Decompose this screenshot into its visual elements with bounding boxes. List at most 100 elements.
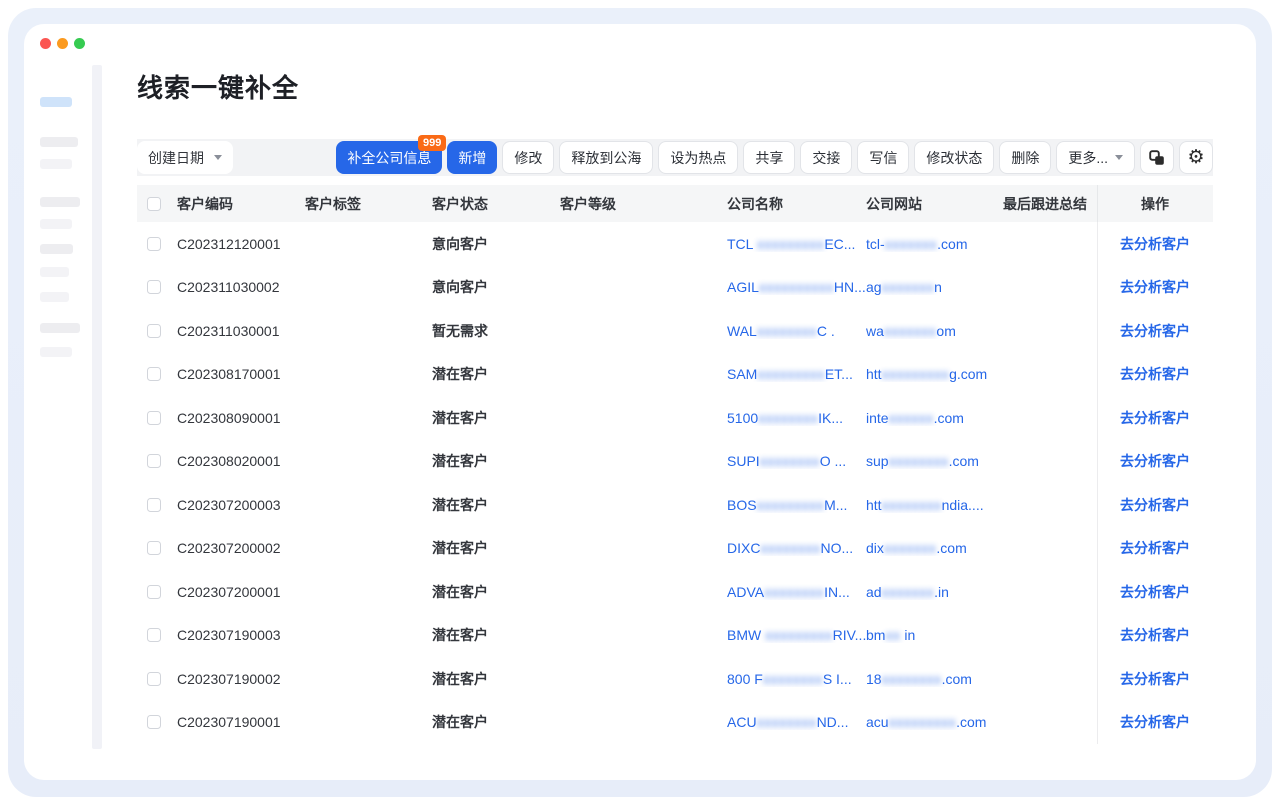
column-header-website: 公司网站 — [866, 194, 1003, 214]
company-website-link[interactable]: bmxx in — [866, 627, 1003, 643]
table-row: C202311030002 意向客户 AGILxxxxxxxxxxHN... a… — [137, 266, 1213, 310]
row-checkbox[interactable] — [147, 280, 161, 294]
close-window-button[interactable] — [40, 38, 51, 49]
refresh-button[interactable] — [1140, 141, 1174, 174]
write-email-button[interactable]: 写信 — [857, 141, 909, 174]
table-row: C202307190001 潜在客户 ACUxxxxxxxxND... acux… — [137, 701, 1213, 745]
company-name-link[interactable]: BOSxxxxxxxxxM... — [727, 497, 866, 513]
sidebar-item-active[interactable] — [40, 97, 72, 107]
website-redacted: xxxxxxxxx — [882, 366, 950, 382]
company-name-link[interactable]: 800 FxxxxxxxxS I... — [727, 671, 866, 687]
window-controls — [40, 38, 85, 49]
sidebar-skeleton-item — [40, 292, 69, 302]
company-name-visible: TCL — [727, 236, 757, 252]
row-checkbox[interactable] — [147, 672, 161, 686]
analyze-customer-link[interactable]: 去分析客户 — [1120, 495, 1190, 515]
row-checkbox[interactable] — [147, 367, 161, 381]
analyze-customer-link[interactable]: 去分析客户 — [1120, 582, 1190, 602]
set-hotspot-button[interactable]: 设为热点 — [658, 141, 738, 174]
analyze-customer-link[interactable]: 去分析客户 — [1120, 408, 1190, 428]
release-to-pool-button[interactable]: 释放到公海 — [559, 141, 653, 174]
analyze-customer-link[interactable]: 去分析客户 — [1120, 538, 1190, 558]
customer-code: C202308020001 — [177, 453, 305, 469]
company-website-link[interactable]: httxxxxxxxxxg.com — [866, 366, 1003, 382]
company-name-redacted: xxxxxxxx — [760, 453, 820, 469]
website-visible: .com — [934, 410, 964, 426]
company-name-link[interactable]: SUPIxxxxxxxxO ... — [727, 453, 866, 469]
add-button[interactable]: 新增 — [447, 141, 497, 174]
more-button[interactable]: 更多... — [1056, 141, 1135, 174]
minimize-window-button[interactable] — [57, 38, 68, 49]
website-visible: .in — [934, 584, 949, 600]
analyze-customer-link[interactable]: 去分析客户 — [1120, 321, 1190, 341]
company-name-redacted: xxxxxxxxx — [757, 236, 825, 252]
website-visible: 18 — [866, 671, 882, 687]
website-visible: .com — [936, 540, 966, 556]
sidebar-skeleton-item — [40, 219, 72, 229]
maximize-window-button[interactable] — [74, 38, 85, 49]
customer-status: 潜在客户 — [432, 495, 560, 515]
analyze-customer-link[interactable]: 去分析客户 — [1120, 451, 1190, 471]
settings-button[interactable]: ⚙ — [1179, 141, 1213, 174]
row-checkbox[interactable] — [147, 411, 161, 425]
sidebar-skeleton-item — [40, 159, 72, 169]
company-website-link[interactable]: intexxxxxx.com — [866, 410, 1003, 426]
website-visible: om — [936, 323, 955, 339]
date-filter-select[interactable]: 创建日期 — [137, 141, 233, 174]
company-website-link[interactable]: waxxxxxxxom — [866, 323, 1003, 339]
company-website-link[interactable]: dixxxxxxxx.com — [866, 540, 1003, 556]
row-checkbox[interactable] — [147, 498, 161, 512]
company-name-link[interactable]: BMW xxxxxxxxxRIV... — [727, 627, 866, 643]
edit-button[interactable]: 修改 — [502, 141, 554, 174]
company-name-link[interactable]: ACUxxxxxxxxND... — [727, 714, 866, 730]
company-name-link[interactable]: ADVAxxxxxxxxIN... — [727, 584, 866, 600]
company-website-link[interactable]: tcl-xxxxxxx.com — [866, 236, 1003, 252]
delete-button[interactable]: 删除 — [999, 141, 1051, 174]
sidebar-skeleton-item — [40, 267, 69, 277]
share-button[interactable]: 共享 — [743, 141, 795, 174]
website-redacted: xxxxxxxx — [882, 671, 942, 687]
analyze-customer-link[interactable]: 去分析客户 — [1120, 712, 1190, 732]
company-website-link[interactable]: 18xxxxxxxx.com — [866, 671, 1003, 687]
complete-company-info-button[interactable]: 补全公司信息 999 — [336, 141, 442, 174]
website-redacted: xxxxxxx — [882, 584, 935, 600]
analyze-customer-link[interactable]: 去分析客户 — [1120, 364, 1190, 384]
row-checkbox[interactable] — [147, 324, 161, 338]
company-name-link[interactable]: 5100xxxxxxxxIK... — [727, 410, 866, 426]
company-name-link[interactable]: TCL xxxxxxxxxEC... — [727, 236, 866, 252]
company-website-link[interactable]: httxxxxxxxxndia.... — [866, 497, 1003, 513]
row-checkbox[interactable] — [147, 541, 161, 555]
row-checkbox[interactable] — [147, 715, 161, 729]
customer-status: 暂无需求 — [432, 321, 560, 341]
company-name-link[interactable]: DIXCxxxxxxxxNO... — [727, 540, 866, 556]
company-name-link[interactable]: WALxxxxxxxxC . — [727, 323, 866, 339]
company-name-visible: AGIL — [727, 279, 759, 295]
analyze-customer-link[interactable]: 去分析客户 — [1120, 277, 1190, 297]
sidebar-skeleton-item — [40, 244, 73, 254]
customer-status: 潜在客户 — [432, 712, 560, 732]
company-name-link[interactable]: SAMxxxxxxxxxET... — [727, 366, 866, 382]
handover-button[interactable]: 交接 — [800, 141, 852, 174]
browser-window: 线索一键补全 创建日期 补全公司信息 999 新增 修改 释放到公海 设为热点 … — [24, 24, 1256, 780]
row-checkbox[interactable] — [147, 454, 161, 468]
website-redacted: xx — [885, 627, 900, 643]
analyze-customer-link[interactable]: 去分析客户 — [1120, 234, 1190, 254]
company-name-redacted: xxxxxxxx — [758, 410, 818, 426]
company-website-link[interactable]: supxxxxxxxx.com — [866, 453, 1003, 469]
row-checkbox[interactable] — [147, 585, 161, 599]
company-name-redacted: xxxxxxxxx — [757, 497, 825, 513]
company-name-visible: ND... — [817, 714, 849, 730]
row-checkbox[interactable] — [147, 628, 161, 642]
row-checkbox[interactable] — [147, 237, 161, 251]
company-website-link[interactable]: adxxxxxxx.in — [866, 584, 1003, 600]
website-redacted: xxxxxxxxx — [889, 714, 957, 730]
company-website-link[interactable]: acuxxxxxxxxx.com — [866, 714, 1003, 730]
company-website-link[interactable]: agxxxxxxxn — [866, 279, 1003, 295]
analyze-customer-link[interactable]: 去分析客户 — [1120, 669, 1190, 689]
website-redacted: xxxxxxxx — [882, 497, 942, 513]
select-all-checkbox[interactable] — [147, 197, 161, 211]
analyze-customer-link[interactable]: 去分析客户 — [1120, 625, 1190, 645]
company-name-link[interactable]: AGILxxxxxxxxxxHN... — [727, 279, 866, 295]
sidebar-skeleton-item — [40, 323, 80, 333]
change-status-button[interactable]: 修改状态 — [914, 141, 994, 174]
